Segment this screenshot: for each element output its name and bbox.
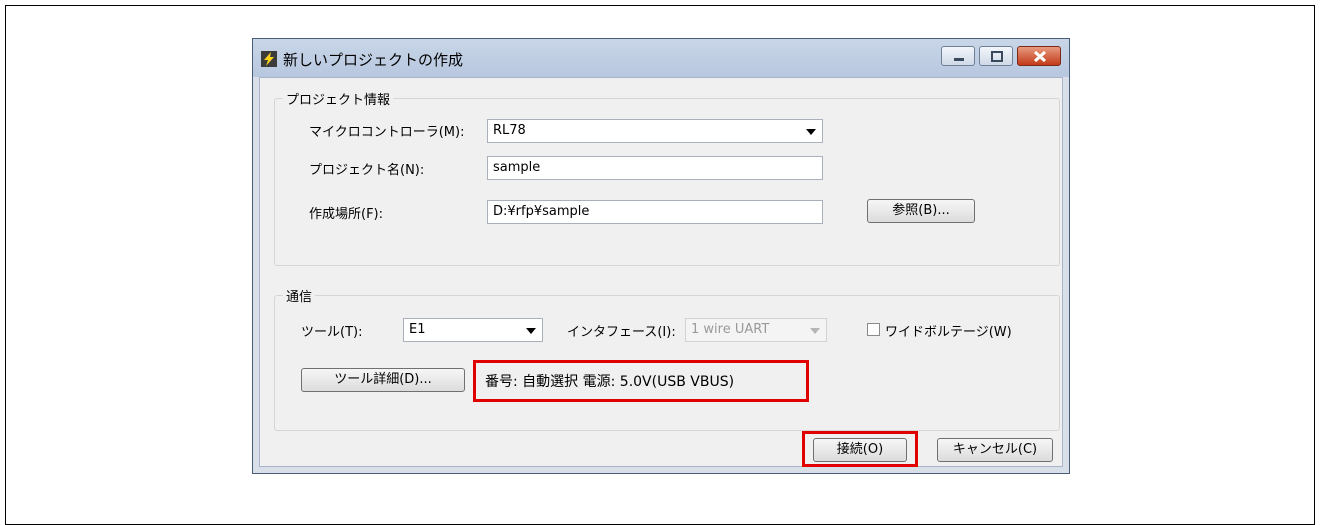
- close-icon: [1033, 50, 1047, 63]
- location-input[interactable]: D:¥rfp¥sample: [487, 200, 823, 224]
- cancel-button[interactable]: キャンセル(C): [937, 438, 1053, 462]
- project-info-group-title: プロジェクト情報: [283, 89, 394, 108]
- chevron-down-icon: [526, 328, 536, 334]
- interface-select[interactable]: 1 wire UART: [685, 318, 827, 342]
- tool-details-button[interactable]: ツール詳細(D)...: [301, 368, 465, 392]
- maximize-icon: [991, 51, 1003, 62]
- microcontroller-label: マイクロコントローラ(M):: [309, 125, 465, 140]
- location-label: 作成場所(F):: [309, 207, 384, 222]
- dialog-client-area: プロジェクト情報 マイクロコントローラ(M): RL78 プロジェクト名(N):…: [259, 77, 1063, 467]
- communication-group: 通信 ツール(T): E1 インタフェース(I): 1 wire UART ワイ…: [274, 286, 1060, 431]
- new-project-dialog: 新しいプロジェクトの作成 プロジェクト情報 マイクロコントローラ(M): RL7…: [252, 38, 1070, 474]
- project-name-value: sample: [493, 160, 541, 175]
- wide-voltage-label: ワイドボルテージ(W): [885, 325, 1012, 340]
- maximize-button[interactable]: [979, 46, 1013, 66]
- communication-group-title: 通信: [283, 286, 316, 305]
- close-button[interactable]: [1017, 46, 1061, 66]
- microcontroller-value: RL78: [493, 123, 526, 138]
- window-title: 新しいプロジェクトの作成: [283, 51, 464, 69]
- minimize-button[interactable]: [941, 46, 975, 66]
- location-value: D:¥rfp¥sample: [493, 204, 590, 219]
- project-name-label: プロジェクト名(N):: [309, 163, 425, 178]
- interface-label: インタフェース(I):: [567, 325, 676, 340]
- chevron-down-icon: [806, 129, 816, 135]
- tool-info-text: 番号: 自動選択 電源: 5.0V(USB VBUS): [485, 374, 735, 390]
- cancel-button-label: キャンセル(C): [952, 442, 1038, 457]
- connect-button-label: 接続(O): [836, 442, 884, 457]
- connect-button[interactable]: 接続(O): [813, 438, 907, 462]
- tool-label: ツール(T):: [301, 325, 363, 340]
- title-bar[interactable]: 新しいプロジェクトの作成: [253, 39, 1069, 77]
- chevron-down-icon: [810, 328, 820, 334]
- tool-value: E1: [409, 322, 426, 337]
- interface-value: 1 wire UART: [691, 322, 770, 337]
- tool-details-button-label: ツール詳細(D)...: [334, 372, 432, 387]
- tool-select[interactable]: E1: [403, 318, 543, 342]
- project-info-group: プロジェクト情報 マイクロコントローラ(M): RL78 プロジェクト名(N):…: [274, 89, 1060, 266]
- microcontroller-select[interactable]: RL78: [487, 119, 823, 143]
- lightning-icon: [261, 51, 277, 67]
- minimize-icon: [954, 58, 964, 61]
- wide-voltage-checkbox[interactable]: [867, 323, 880, 336]
- project-name-input[interactable]: sample: [487, 156, 823, 180]
- browse-button-label: 参照(B)...: [892, 203, 950, 218]
- browse-button[interactable]: 参照(B)...: [867, 199, 975, 223]
